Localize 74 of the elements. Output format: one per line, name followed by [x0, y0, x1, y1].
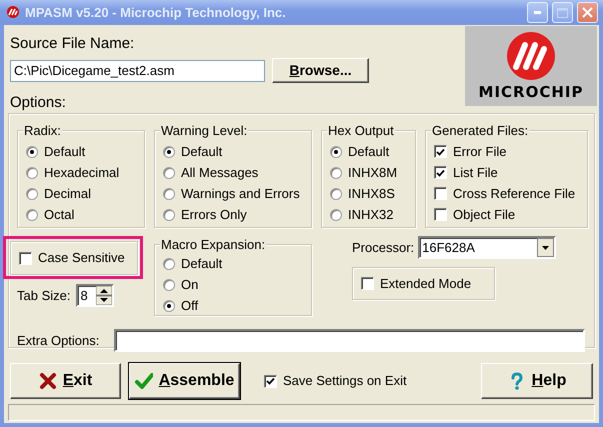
checkbox-label: Extended Mode: [380, 274, 472, 293]
checkbox-label: Case Sensitive: [38, 249, 125, 268]
radio-button[interactable]: [26, 208, 38, 220]
maximize-button[interactable]: [552, 2, 573, 23]
extra-options-field[interactable]: [114, 329, 585, 352]
radio-label: Off: [181, 296, 198, 315]
checkbox[interactable]: [434, 208, 447, 221]
radio-button[interactable]: [330, 208, 342, 220]
checkbox-label: Error File: [453, 142, 506, 161]
radio-label: Default: [348, 142, 390, 161]
processor-dropdown[interactable]: 16F628A: [418, 236, 556, 259]
field-label: Processor:: [352, 238, 414, 257]
group-title: Macro Expansion:: [160, 237, 266, 252]
radio-button[interactable]: [26, 166, 38, 178]
radio-label: Hexadecimal: [44, 164, 120, 182]
field-label: Extra Options:: [17, 332, 100, 350]
checkmark-icon: [134, 372, 153, 390]
radio-button[interactable]: [330, 188, 342, 200]
radio-label: Warnings and Errors: [181, 184, 300, 203]
logo-mark-icon: [506, 31, 556, 81]
radio-label: Octal: [44, 206, 74, 224]
radio-button[interactable]: [330, 166, 342, 178]
radio-button[interactable]: [163, 300, 175, 312]
group-title: Warning Level:: [160, 123, 248, 138]
radio-button[interactable]: [163, 208, 175, 220]
radio-label: INHX8S: [348, 184, 395, 203]
file-path-field[interactable]: C:\Pic\Dicegame_test2.asm: [10, 60, 265, 82]
checkbox-label: Object File: [453, 206, 516, 224]
maximize-icon: [557, 8, 568, 18]
radio-button[interactable]: [163, 258, 175, 270]
logo-text: MICROCHIP: [478, 85, 584, 100]
group-title: Generated Files:: [431, 123, 530, 138]
checkbox[interactable]: [434, 187, 447, 200]
checkbox[interactable]: [264, 374, 277, 388]
radio-label: Decimal: [44, 184, 91, 203]
radio-label: All Messages: [181, 164, 258, 182]
radio-button[interactable]: [26, 188, 38, 200]
radio-button[interactable]: [163, 166, 175, 178]
minimize-icon: [534, 11, 542, 14]
radio-label: Default: [44, 142, 86, 161]
group-title: Hex Output: [327, 123, 395, 138]
section-label: Options:: [10, 93, 66, 113]
close-icon: [582, 7, 593, 18]
minimize-button[interactable]: [527, 2, 548, 23]
radio-label: On: [181, 276, 198, 294]
checkbox-label: Cross Reference File: [453, 184, 576, 203]
radio-label: INHX32: [348, 206, 394, 224]
checkbox[interactable]: [361, 277, 374, 290]
radio-label: Default: [181, 254, 222, 273]
radio-button[interactable]: [330, 146, 342, 158]
field-label: Tab Size:: [17, 286, 70, 305]
radio-button[interactable]: [26, 146, 38, 158]
radio-button[interactable]: [163, 146, 175, 158]
app-icon: [5, 4, 21, 20]
field-label: Source File Name:: [10, 34, 134, 54]
radio-label: Default: [181, 142, 222, 161]
radio-button[interactable]: [163, 278, 175, 290]
checkbox[interactable]: [434, 166, 447, 179]
cross-icon: [38, 372, 57, 390]
close-button[interactable]: [577, 2, 598, 23]
window-title: MPASM v5.20 - Microchip Technology, Inc.: [25, 4, 286, 22]
assemble-button[interactable]: Assemble: [129, 363, 240, 399]
checkbox-label: Save Settings on Exit: [283, 372, 407, 390]
radio-label: Errors Only: [181, 206, 247, 224]
checkbox-label: List File: [453, 164, 498, 182]
group-title: Radix:: [23, 123, 62, 138]
browse-button[interactable]: Browse...: [272, 58, 369, 83]
checkbox[interactable]: [19, 252, 32, 264]
radio-button[interactable]: [163, 188, 175, 200]
help-button[interactable]: Help: [481, 363, 593, 399]
exit-button[interactable]: Exit: [10, 363, 121, 399]
tab-size-spinner[interactable]: 8: [76, 284, 114, 307]
radio-label: INHX8M: [348, 164, 398, 182]
checkbox[interactable]: [434, 145, 447, 158]
